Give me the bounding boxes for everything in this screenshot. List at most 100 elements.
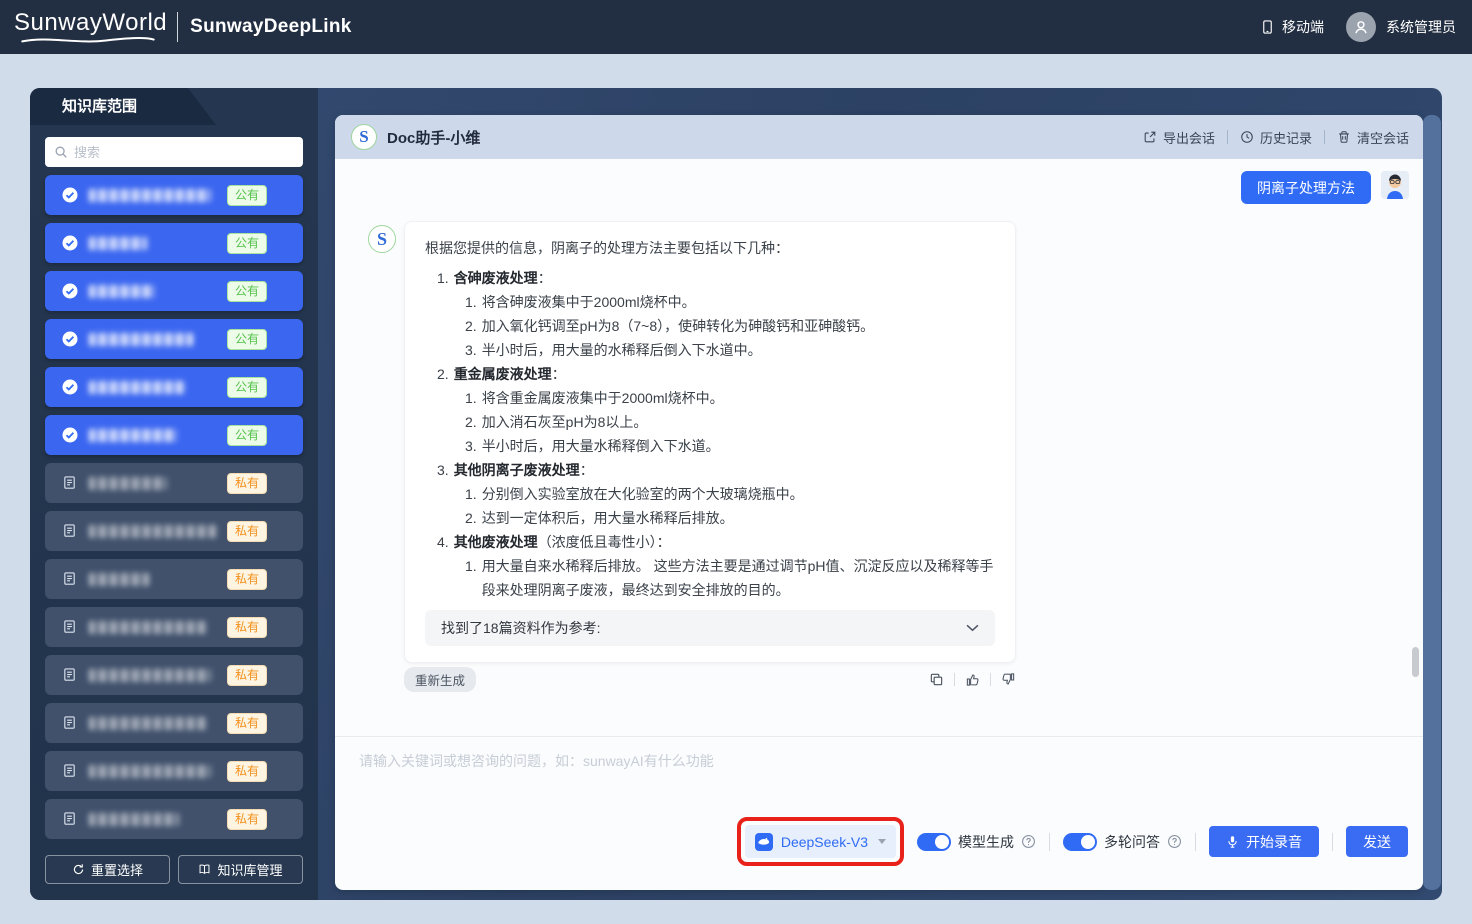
chat-scrollbar-thumb[interactable] (1412, 647, 1419, 677)
answer-step: 2. 加入氧化钙调至pH为8（7~8），使砷转化为砷酸钙和亚砷酸钙。 (465, 318, 875, 334)
kb-list: 公有 公有 公有 公有 公有 公有 私有 私有 私有 私有 私有 私有 私有 私有 (45, 175, 303, 847)
document-icon (62, 619, 78, 635)
message-area: 阴离子处理方法 S 根据您提供的信息，阴离子的处理方法主要包括以下几种： 1. 含… (335, 159, 1423, 890)
microphone-icon (1226, 834, 1239, 849)
panel-scroll-band[interactable] (1423, 115, 1441, 890)
answer-step: 1. 分别倒入实验室放在大化验室的两个大玻璃烧瓶中。 (465, 486, 804, 502)
search-icon (54, 145, 68, 159)
refresh-icon (72, 863, 85, 876)
logo-wave-decoration (21, 37, 155, 43)
redacted-kb-name (89, 764, 211, 778)
current-user-name: 系统管理员 (1386, 19, 1456, 35)
help-icon[interactable] (1167, 834, 1182, 849)
kb-item-private[interactable]: 私有 (45, 751, 303, 791)
redacted-kb-name (89, 524, 217, 538)
thumbs-down-icon[interactable] (1001, 672, 1016, 687)
redacted-kb-name (89, 332, 193, 346)
access-badge: 公有 (227, 281, 267, 302)
red-annotation-box: DeepSeek-V3 (736, 817, 904, 866)
chat-input[interactable]: 请输入关键词或想咨询的问题，如：sunwayAI有什么功能 (359, 751, 714, 771)
send-button[interactable]: 发送 (1346, 826, 1408, 857)
model-selector[interactable]: DeepSeek-V3 (744, 825, 896, 858)
reference-toggle[interactable]: 找到了18篇资料作为参考: (425, 610, 995, 646)
model-generate-toggle[interactable] (917, 832, 951, 851)
export-session-label: 导出会话 (1162, 130, 1215, 146)
kb-item-private[interactable]: 私有 (45, 559, 303, 599)
kb-item-public[interactable]: 公有 (45, 271, 303, 311)
access-badge: 公有 (227, 425, 267, 446)
mobile-link-label: 移动端 (1282, 19, 1324, 35)
kb-item-public[interactable]: 公有 (45, 367, 303, 407)
start-recording-label: 开始录音 (1246, 833, 1302, 850)
clock-icon (1240, 130, 1254, 144)
kb-item-private[interactable]: 私有 (45, 511, 303, 551)
sidebar-search[interactable] (45, 137, 303, 167)
kb-item-public[interactable]: 公有 (45, 223, 303, 263)
redacted-kb-name (89, 188, 211, 202)
start-recording-button[interactable]: 开始录音 (1209, 826, 1319, 857)
product-name: SunwayDeepLink (190, 16, 352, 37)
user-avatar[interactable] (1346, 12, 1376, 42)
history-button[interactable]: 历史记录 (1240, 128, 1312, 147)
copy-icon[interactable] (929, 672, 944, 687)
check-circle-icon (62, 283, 78, 299)
assistant-message-avatar: S (368, 225, 396, 253)
kb-item-public[interactable]: 公有 (45, 175, 303, 215)
answer-section-title: 3. 其他阴离子废液处理： (437, 462, 594, 478)
caret-down-icon (878, 839, 886, 844)
kb-item-public[interactable]: 公有 (45, 319, 303, 359)
controls-separator (1332, 832, 1333, 851)
search-input[interactable] (74, 144, 294, 160)
trash-icon (1337, 130, 1351, 144)
kb-manage-button[interactable]: 知识库管理 (178, 855, 303, 884)
reset-selection-button[interactable]: 重置选择 (45, 855, 170, 884)
access-badge: 公有 (227, 233, 267, 254)
answer-step: 2. 达到一定体积后，用大量水稀释后排放。 (465, 510, 734, 526)
deepseek-whale-icon (754, 832, 773, 851)
multi-turn-toggle[interactable] (1063, 832, 1097, 851)
kb-item-private[interactable]: 私有 (45, 655, 303, 695)
answer-sections: 1. 含砷废液处理： 1. 将含砷废液集中于2000ml烧杯中。 2. 加入氧化钙调至pH… (425, 266, 995, 602)
access-badge: 私有 (227, 665, 267, 686)
document-icon (62, 667, 78, 683)
mobile-link[interactable]: 移动端 (1260, 17, 1324, 37)
multi-turn-label: 多轮问答 (1104, 833, 1160, 850)
regenerate-button[interactable]: 重新生成 (404, 667, 477, 692)
send-label: 发送 (1363, 833, 1391, 850)
answer-section-title: 1. 含砷废液处理： (437, 270, 552, 286)
chat-panel: S Doc助手-小维 导出会话 历史记录 清空会话 阴离子处理方法 S 根据您提… (335, 115, 1423, 890)
redacted-kb-name (89, 620, 207, 634)
clear-session-button[interactable]: 清空会话 (1337, 128, 1409, 147)
export-session-button[interactable]: 导出会话 (1143, 128, 1215, 147)
access-badge: 私有 (227, 761, 267, 782)
kb-item-private[interactable]: 私有 (45, 607, 303, 647)
thumbs-up-icon[interactable] (965, 672, 980, 687)
check-circle-icon (62, 427, 78, 443)
brand-area: SunwayWorld SunwayDeepLink (14, 9, 352, 45)
footer-separator (954, 673, 955, 686)
redacted-kb-name (89, 284, 155, 298)
check-circle-icon (62, 331, 78, 347)
answer-step: 1. 将含砷废液集中于2000ml烧杯中。 (465, 294, 696, 310)
kb-item-private[interactable]: 私有 (45, 463, 303, 503)
user-message-bubble: 阴离子处理方法 (1241, 171, 1371, 204)
chat-header: S Doc助手-小维 导出会话 历史记录 清空会话 (335, 115, 1423, 159)
logo-divider (177, 12, 179, 42)
answer-step: 1. 将含重金属废液集中于2000ml烧杯中。 (465, 390, 724, 406)
answer-section-title: 4. 其他废液处理（浓度低且毒性小）： (437, 534, 671, 550)
history-label: 历史记录 (1259, 130, 1312, 146)
company-logo: SunwayWorld (14, 9, 167, 45)
document-icon (62, 571, 78, 587)
help-icon[interactable] (1021, 834, 1036, 849)
kb-item-private[interactable]: 私有 (45, 703, 303, 743)
assistant-answer-card: 根据您提供的信息，阴离子的处理方法主要包括以下几种： 1. 含砷废液处理： 1. 将含… (404, 221, 1016, 663)
knowledge-sidebar: 知识库范围 公有公有公有公有公有公有私有私有私有私有私有私有私有私有 重置选择 … (30, 88, 318, 900)
header-separator (1226, 130, 1228, 144)
page-background: 知识库范围 公有公有公有公有公有公有私有私有私有私有私有私有私有私有 重置选择 … (0, 54, 1472, 924)
access-badge: 公有 (227, 329, 267, 350)
document-icon (62, 715, 78, 731)
assistant-logo: S (351, 124, 377, 150)
kb-item-private[interactable]: 私有 (45, 799, 303, 839)
answer-step: 1. 用大量自来水稀释后排放。 这些方法主要是通过调节pH值、沉淀反应以及稀释等手… (465, 558, 994, 598)
kb-item-public[interactable]: 公有 (45, 415, 303, 455)
